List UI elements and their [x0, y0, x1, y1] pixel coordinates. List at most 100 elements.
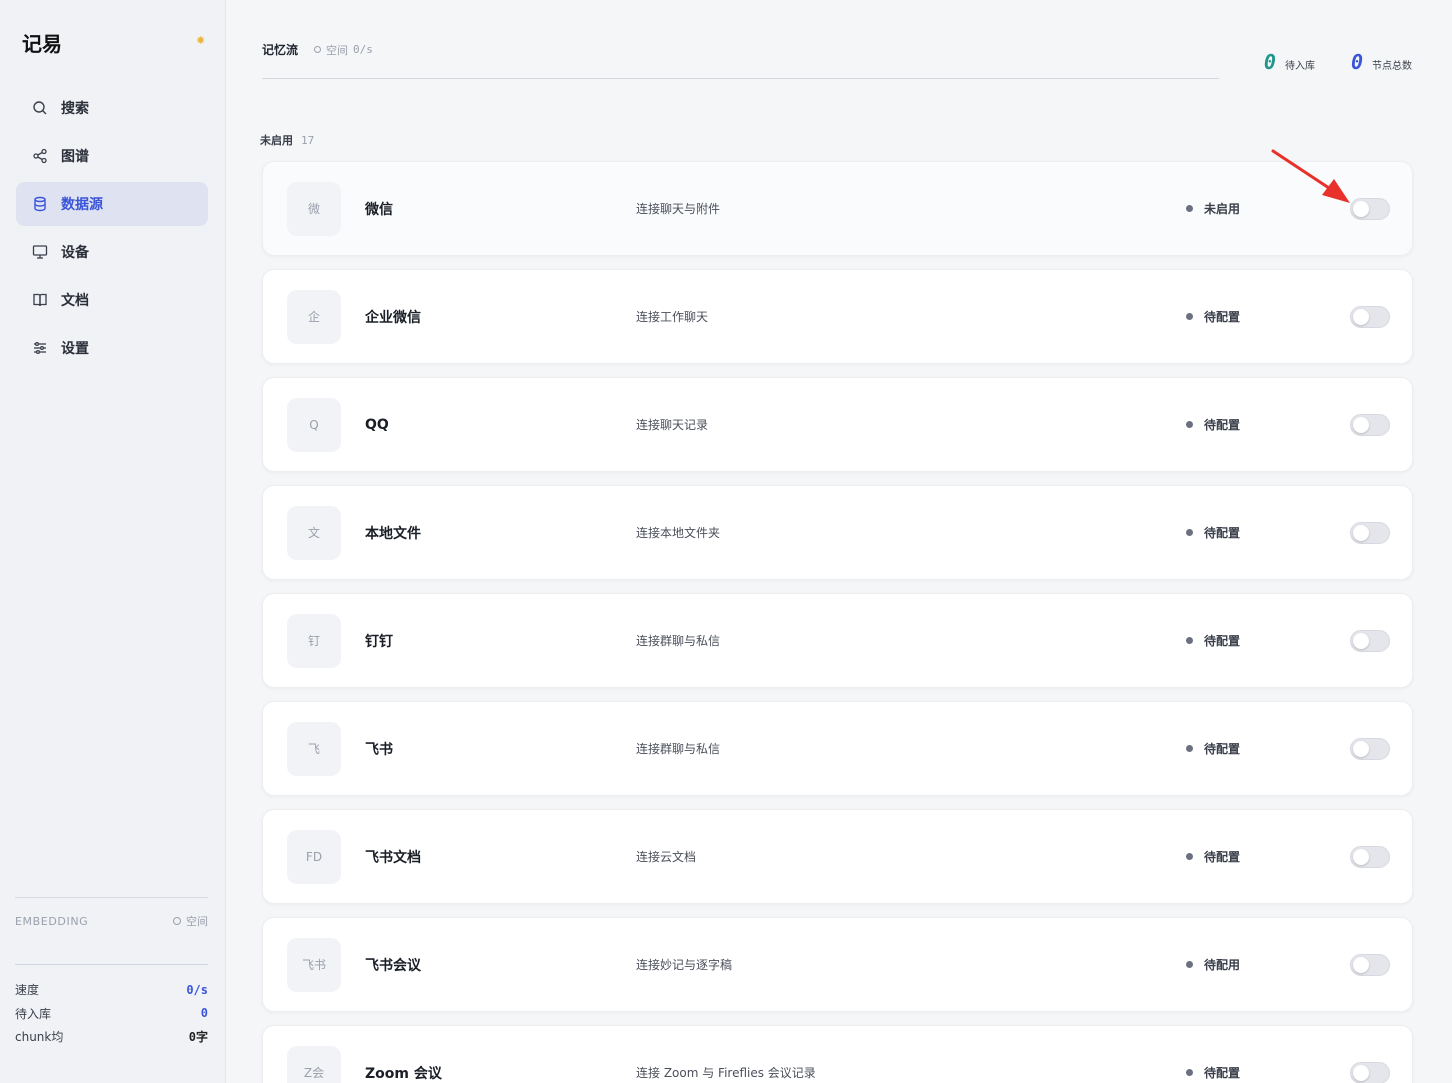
toggle-knob: [1353, 308, 1369, 325]
source-name: 微信: [365, 201, 393, 218]
source-list: 微 微信 连接聊天与附件 未启用 企 企业微信 连接工作聊天 待配置 Q QQ …: [262, 161, 1413, 1083]
stat-value: 0字: [188, 1030, 208, 1045]
enable-toggle[interactable]: [1350, 845, 1390, 868]
source-card-dingtalk: 钉 钉钉 连接群聊与私信 待配置: [262, 593, 1413, 688]
enable-toggle[interactable]: [1350, 1061, 1390, 1083]
source-desc: 连接 Zoom 与 Fireflies 会议记录: [636, 1066, 816, 1080]
status-dot-icon: [1186, 745, 1193, 752]
status-label: 待配置: [1204, 310, 1241, 324]
ring-icon: [314, 46, 322, 53]
sidebar-item-label: 设置: [61, 341, 89, 357]
toggle-knob: [1353, 740, 1369, 757]
status-dot-icon: [1186, 205, 1193, 212]
sidebar-item-graph[interactable]: 图谱: [16, 134, 208, 178]
stat-label: chunk均: [15, 1030, 64, 1045]
sidebar-item-label: 数据源: [61, 197, 103, 213]
source-card-feishu-docs: FD 飞书文档 连接云文档 待配置: [262, 809, 1413, 904]
source-icon: FD: [287, 829, 341, 884]
source-name: Zoom 会议: [365, 1065, 442, 1082]
enable-toggle[interactable]: [1350, 413, 1390, 436]
embedding-space: 空间: [173, 913, 208, 929]
status-dot-icon: [1186, 637, 1193, 644]
enable-toggle[interactable]: [1350, 197, 1390, 220]
enable-toggle[interactable]: [1350, 629, 1390, 652]
status-badge: 待配置: [1186, 308, 1240, 325]
source-desc: 连接本地文件夹: [636, 526, 721, 540]
embedding-title: EMBEDDING: [15, 914, 89, 928]
source-icon: 文: [287, 505, 341, 560]
database-icon: [34, 196, 46, 212]
counter-label: 待入库: [1284, 61, 1315, 72]
stat-label: 速度: [15, 983, 40, 998]
header-counters: 0 待入库 0 节点总数: [1228, 50, 1412, 74]
sidebar: 记易 ✸ 搜索 图谱 数据源 设备 文档 设置 EMBEDDING 空间 速度 …: [0, 0, 226, 1083]
counter-pending: 0 待入库: [1264, 50, 1315, 74]
status-badge: 待配置: [1186, 740, 1240, 757]
graph-icon: [33, 148, 47, 164]
status-badge: 待配用: [1186, 956, 1240, 973]
stat-value: 0: [200, 1006, 208, 1021]
status-dot-icon: [1186, 529, 1193, 536]
stat-value: 0/s: [186, 982, 208, 997]
embedding-space-label: 空间: [186, 915, 208, 928]
status-badge: 待配置: [1186, 416, 1240, 433]
counter-nodes: 0 节点总数: [1351, 50, 1412, 74]
source-card-feishu-meetings: 飞书 飞书会议 连接妙记与逐字稿 待配用: [262, 917, 1413, 1012]
sidebar-item-search[interactable]: 搜索: [16, 86, 208, 130]
sidebar-item-devices[interactable]: 设备: [16, 230, 208, 274]
counter-label: 节点总数: [1372, 61, 1412, 72]
enable-toggle[interactable]: [1350, 305, 1390, 328]
status-badge: 待配置: [1186, 632, 1240, 649]
source-desc: 连接聊天与附件: [636, 202, 721, 216]
sidebar-item-settings[interactable]: 设置: [16, 326, 208, 370]
enable-toggle[interactable]: [1350, 521, 1390, 544]
header-divider: [262, 78, 1219, 79]
status-label: 待配置: [1204, 526, 1241, 540]
source-icon: Z会: [287, 1045, 341, 1083]
ring-icon: [173, 917, 181, 925]
status-badge: 未启用: [1186, 200, 1240, 217]
source-icon: Q: [287, 397, 341, 452]
source-desc: 连接群聊与私信: [636, 634, 721, 648]
main-content: 记忆流 空间 0/s 0 待入库 0 节点总数 未启用 17 微 微信 连接聊天…: [226, 0, 1452, 1083]
enable-toggle[interactable]: [1350, 953, 1390, 976]
status-label: 待配置: [1204, 418, 1241, 432]
source-icon: 飞: [287, 721, 341, 776]
status-label: 待配用: [1204, 958, 1241, 972]
sidebar-item-label: 图谱: [61, 149, 89, 165]
source-icon: 飞书: [287, 937, 341, 992]
status-badge: 待配置: [1186, 848, 1240, 865]
status-label: 待配置: [1204, 850, 1241, 864]
sidebar-item-label: 搜索: [61, 101, 89, 117]
toggle-knob: [1353, 1064, 1369, 1081]
book-icon: [33, 293, 47, 307]
status-badge: 待配置: [1186, 1064, 1240, 1081]
source-card-feishu: 飞 飞书 连接群聊与私信 待配置: [262, 701, 1413, 796]
source-name: 企业微信: [365, 309, 421, 326]
source-name: QQ: [365, 416, 389, 433]
status-dot-icon: [1186, 1069, 1193, 1076]
stat-label: 待入库: [15, 1006, 52, 1021]
enable-toggle[interactable]: [1350, 737, 1390, 760]
source-name: 本地文件: [365, 525, 421, 542]
sidebar-item-docs[interactable]: 文档: [16, 278, 208, 322]
source-desc: 连接工作聊天: [636, 310, 709, 324]
source-desc: 连接妙记与逐字稿: [636, 958, 733, 972]
status-dot-icon: [1186, 961, 1193, 968]
divider: [15, 897, 208, 898]
monitor-icon: [32, 245, 48, 259]
sliders-icon: [34, 341, 46, 355]
tab-memory-stream[interactable]: 记忆流: [262, 41, 298, 58]
section-header: 未启用 17: [260, 132, 314, 148]
sidebar-item-datasource[interactable]: 数据源: [16, 182, 208, 226]
section-title: 未启用: [260, 134, 293, 147]
embedding-header: EMBEDDING 空间: [15, 913, 208, 929]
space-label: 空间: [326, 43, 349, 57]
source-icon: 微: [287, 181, 341, 236]
source-name: 飞书会议: [365, 957, 421, 974]
source-name: 飞书: [365, 741, 393, 758]
toggle-knob: [1353, 200, 1369, 217]
search-icon: [33, 101, 47, 115]
status-badge: 待配置: [1186, 524, 1240, 541]
stat-speed: 速度 0/s: [15, 978, 208, 1002]
